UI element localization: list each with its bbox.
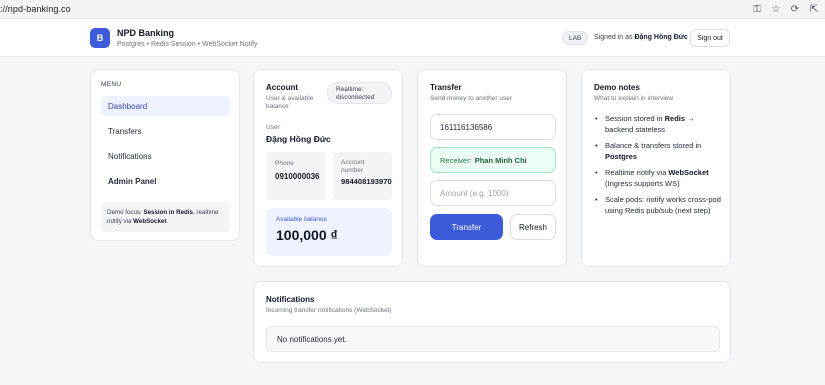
menu-item-dashboard[interactable]: Dashboard (101, 96, 230, 116)
notifications-title: Notifications (266, 295, 315, 304)
account-title: Account (266, 83, 298, 92)
app-logo: B (90, 28, 110, 48)
balance-label: Available balance (276, 216, 327, 223)
note-bold: Redis (664, 114, 686, 123)
note-bold: Postgres (605, 151, 638, 161)
realtime-label: Realtime: (336, 86, 364, 93)
menu-item-transfers[interactable]: Transfers (101, 121, 230, 141)
sign-out-button[interactable]: Sign out (690, 29, 730, 47)
receiver-label: Receiver: (440, 155, 472, 165)
signed-in-user: Đặng Hồng Đức (634, 34, 688, 41)
browser-toolbar: ://npd-banking.co ⚿ ☆ ⟳ ⇱ (0, 0, 825, 19)
note-text: (Ingress supports WS) (605, 178, 680, 188)
env-badge: LAB (562, 31, 589, 45)
menu-demo-note: Demo focus: Session in Redis, realtime n… (101, 202, 230, 232)
notes-list: Session stored in Redis → backend statel… (594, 114, 724, 222)
transfer-header: Transfer Send money to another user (430, 83, 512, 102)
balance-tile: Available balance 100,000 ₫ (266, 208, 392, 256)
transfer-card: Transfer Send money to another user 1611… (417, 69, 567, 267)
demo-notes-card: Demo notes What to explain in interview … (581, 69, 731, 267)
note-text: Session stored in (605, 114, 665, 123)
realtime-status-badge: Realtime: disconnected (327, 82, 392, 104)
list-item: Realtime notify via WebSocket (Ingress s… (594, 168, 724, 189)
notifications-card: Notifications Incoming transfer notifica… (253, 281, 731, 363)
key-icon[interactable]: ⚿ (750, 2, 764, 16)
account-number-label-1: Account (341, 159, 365, 166)
note-text: Balance & transfers stored in (605, 141, 702, 150)
note-websocket: WebSocket (133, 218, 167, 225)
notifications-empty-state: No notifications yet. (266, 326, 720, 352)
account-number-label-2: number (341, 167, 364, 174)
account-user: User Đặng Hồng Đức (266, 124, 331, 144)
note-bold: WebSocket (668, 168, 709, 177)
phone-label: Phone (275, 160, 294, 167)
account-header: Account User & available balance (266, 83, 326, 111)
refresh-button[interactable]: Refresh (510, 214, 556, 240)
menu-item-admin-panel[interactable]: Admin Panel (101, 171, 230, 191)
transfer-title: Transfer (430, 83, 462, 92)
account-card: Account User & available balance Realtim… (253, 69, 403, 267)
account-number-label: Account number (341, 159, 392, 175)
address-bar[interactable]: ://npd-banking.co (0, 4, 71, 14)
list-item: Balance & transfers stored in Postgres (594, 141, 724, 162)
menu-card: MENU Dashboard Transfers Notifications A… (90, 69, 240, 241)
amount-input[interactable]: Amount (e.g. 1000) (430, 180, 556, 206)
list-item: Session stored in Redis → backend statel… (594, 114, 724, 135)
notes-title: Demo notes (594, 83, 640, 92)
note-text: Scale pods: notify works cross-pod using… (605, 195, 721, 215)
note-end: . (166, 218, 169, 225)
app-header: B NPD Banking Postgres • Redis Session •… (0, 19, 825, 57)
notifications-subtitle: Incoming transfer notifications (WebSock… (266, 307, 392, 314)
menu-heading: MENU (101, 81, 122, 88)
browser-actions: ⚿ ☆ ⟳ ⇱ (750, 2, 821, 16)
list-item: Scale pods: notify works cross-pod using… (594, 195, 724, 216)
transfer-subtitle: Send money to another user (430, 95, 513, 102)
extension-icon[interactable]: ⟳ (788, 2, 802, 16)
notes-header: Demo notes What to explain in interview (594, 83, 673, 102)
user-label: User (266, 124, 280, 131)
note-redis: Session in Redis (143, 209, 193, 216)
app-title: NPD Banking (117, 28, 175, 38)
note-text: Realtime notify via (605, 168, 669, 177)
app-subtitle: Postgres • Redis Session • WebSocket Not… (117, 41, 258, 48)
receiver-info: Receiver: Phan Minh Chi (430, 147, 556, 173)
transfer-button[interactable]: Transfer (430, 214, 503, 240)
note-prefix: Demo focus: (107, 209, 142, 216)
notes-subtitle: What to explain in interview (594, 95, 674, 102)
account-number-tile: Account number 984408193970 (333, 152, 392, 200)
signed-in-prefix: Signed in as (594, 34, 633, 41)
phone-value: 0910000036 (275, 172, 320, 181)
receiver-name: Phan Minh Chi (474, 155, 527, 165)
account-number-value: 984408193970 (341, 177, 392, 186)
recipient-account-input[interactable]: 161116136586 (430, 114, 556, 140)
share-icon[interactable]: ⇱ (807, 2, 821, 16)
phone-tile: Phone 0910000036 (266, 152, 326, 200)
balance-amount: 100,000 ₫ (276, 227, 338, 243)
notifications-header: Notifications Incoming transfer notifica… (266, 295, 392, 314)
realtime-status: disconnected (336, 94, 375, 101)
menu-item-notifications[interactable]: Notifications (101, 146, 230, 166)
user-name: Đặng Hồng Đức (266, 134, 331, 144)
star-icon[interactable]: ☆ (769, 2, 783, 16)
account-subtitle: User & available balance (266, 95, 314, 110)
signed-in-text: Signed in as Đặng Hồng Đức (594, 34, 688, 41)
